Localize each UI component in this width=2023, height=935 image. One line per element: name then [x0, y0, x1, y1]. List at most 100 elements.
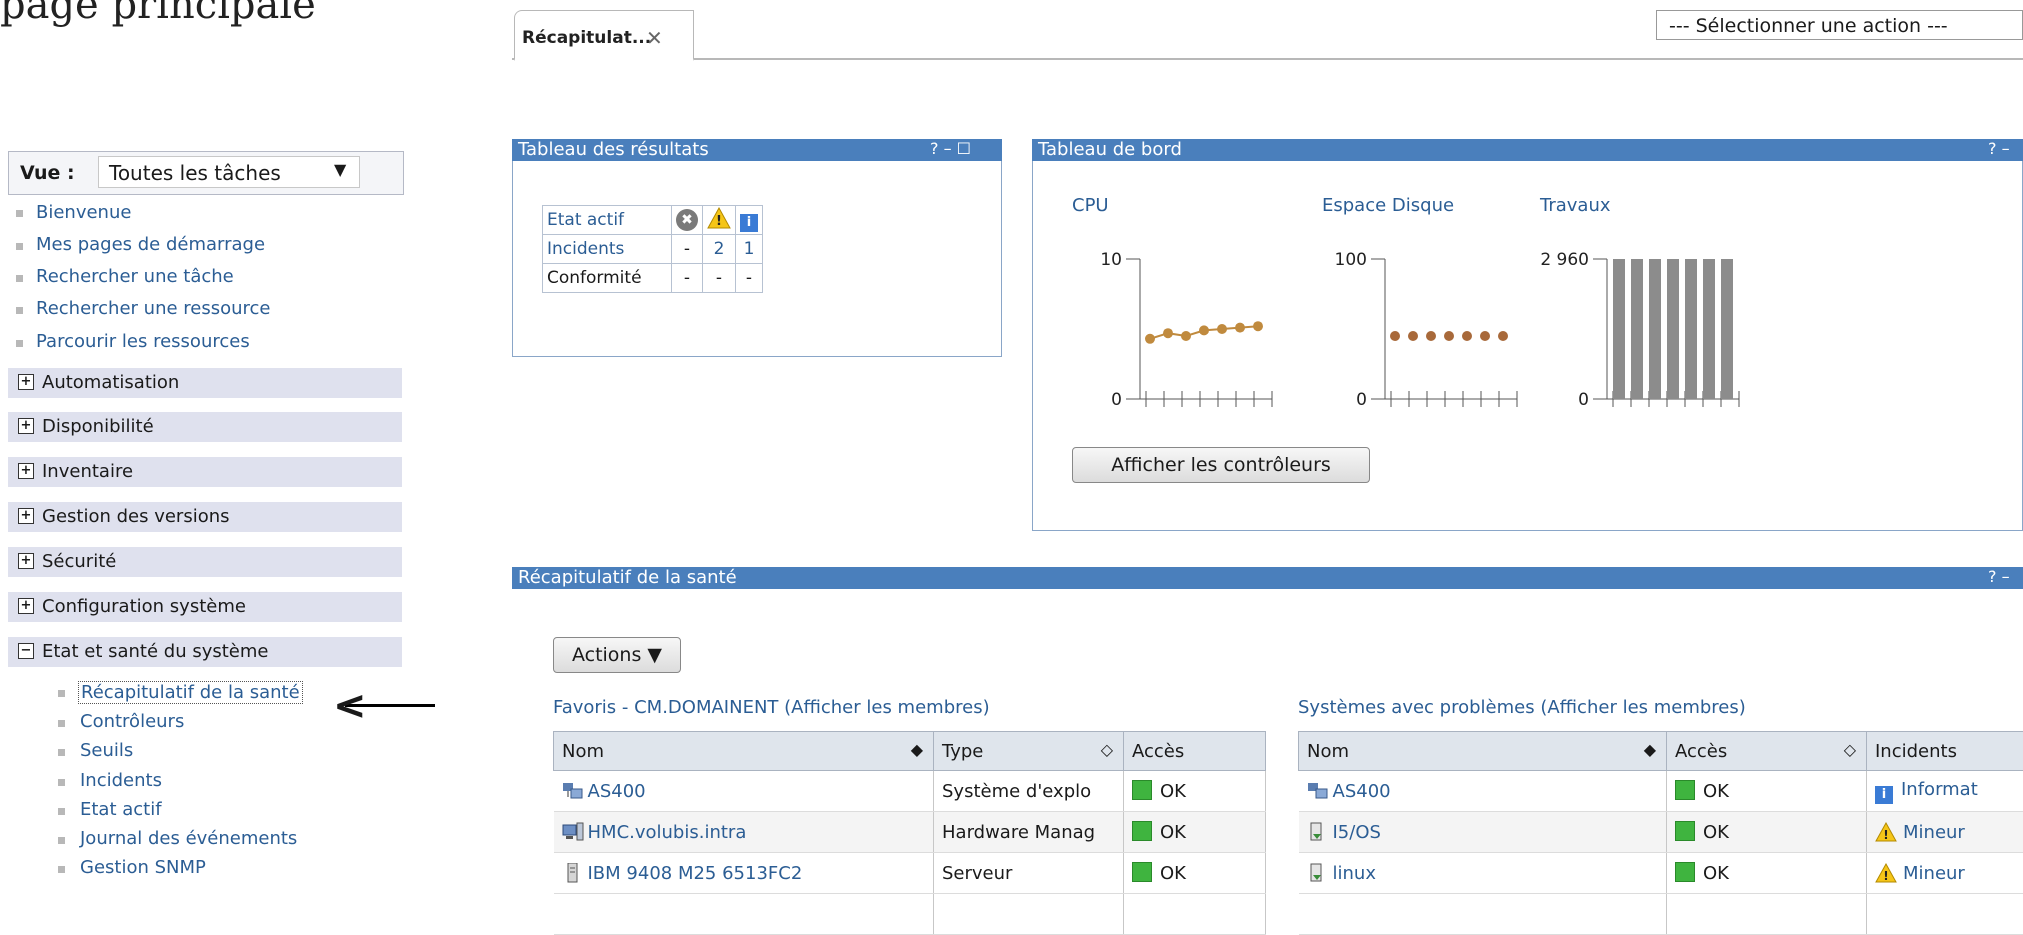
problem-access: OK: [1666, 852, 1867, 894]
results-cell: -: [702, 263, 736, 293]
dashboard-portlet-header: Tableau de bord: [1032, 139, 2023, 161]
results-label[interactable]: Incidents: [542, 234, 672, 264]
bullet-icon: [16, 307, 23, 314]
nav-section-label[interactable]: Configuration système: [42, 596, 246, 617]
results-label[interactable]: Etat actif: [542, 205, 672, 235]
results-cell[interactable]: 1: [735, 234, 763, 264]
bullet-icon: [58, 837, 65, 844]
nav-subitem-snmp[interactable]: Gestion SNMP: [80, 857, 206, 878]
favorite-name[interactable]: AS400: [588, 781, 646, 802]
nav-section-label[interactable]: Inventaire: [42, 461, 133, 482]
favorite-type: Système d'explo: [933, 770, 1124, 812]
chart-bar: [1685, 259, 1697, 399]
nav-link-rechercher-ressource[interactable]: Rechercher une ressource: [36, 298, 271, 319]
nav-subitem-incidents[interactable]: Incidents: [80, 770, 162, 791]
column-header-incidents[interactable]: Incidents: [1866, 731, 2023, 771]
chevron-down-icon[interactable]: ▼: [334, 160, 346, 179]
nav-section-label[interactable]: Disponibilité: [42, 416, 154, 437]
nav-link-pages-demarrage[interactable]: Mes pages de démarrage: [36, 234, 265, 255]
results-cell[interactable]: 2: [702, 234, 736, 264]
collapse-icon[interactable]: −: [18, 643, 34, 659]
bullet-icon: [16, 210, 23, 217]
svg-text:!: !: [1883, 828, 1888, 842]
nav-section-label[interactable]: Gestion des versions: [42, 506, 230, 527]
nav-section-label[interactable]: Sécurité: [42, 551, 116, 572]
expand-icon[interactable]: +: [18, 418, 34, 434]
chart-point: [1408, 331, 1418, 341]
favorite-name[interactable]: IBM 9408 M25 6513FC2: [588, 863, 803, 884]
column-header-type[interactable]: Type ◇: [933, 731, 1124, 771]
nav-link-rechercher-tache[interactable]: Rechercher une tâche: [36, 266, 234, 287]
vue-select[interactable]: Toutes les tâches: [98, 156, 360, 188]
svg-text:!: !: [1883, 869, 1888, 883]
table-row[interactable]: linux OK ! Mineur: [1298, 852, 2023, 894]
nav-subitem-seuils[interactable]: Seuils: [80, 740, 133, 761]
column-header-acces[interactable]: Accès ◇: [1666, 731, 1867, 771]
problems-title[interactable]: Systèmes avec problèmes (Afficher les me…: [1298, 697, 1746, 718]
nav-subitem-controleurs[interactable]: Contrôleurs: [80, 711, 184, 732]
nav-link-parcourir-ressources[interactable]: Parcourir les ressources: [36, 331, 250, 352]
warning-icon: !: [1875, 862, 1897, 883]
chart-ytick-label: 0: [1578, 390, 1589, 410]
column-header-nom[interactable]: Nom ◆: [1298, 731, 1667, 771]
nav-subitem-etat-actif[interactable]: Etat actif: [80, 799, 162, 820]
table-row[interactable]: AS400 OK i Informat: [1298, 770, 2023, 812]
results-cell: -: [671, 263, 703, 293]
table-header-row: Nom ◆ Accès ◇ Incidents: [1298, 731, 2023, 771]
problem-incidents[interactable]: i Informat: [1866, 770, 2023, 812]
expand-icon[interactable]: +: [18, 598, 34, 614]
table-header-row: Nom ◆ Type ◇ Accès: [553, 731, 1266, 771]
chart-title: Espace Disque: [1322, 195, 1454, 216]
favorite-name[interactable]: HMC.volubis.intra: [588, 822, 747, 843]
portlet-controls-icon[interactable]: ? – ☐: [930, 139, 971, 158]
portlet-controls-icon[interactable]: ? –: [1988, 139, 2010, 158]
dashboard-charts: CPU100Espace Disque1000Travaux2 9600: [1072, 195, 1740, 410]
problems-table: Nom ◆ Accès ◇ Incidents AS400 OK i Informat…: [1298, 731, 2023, 935]
critical-icon: ✖: [671, 205, 703, 235]
nav-link-bienvenue[interactable]: Bienvenue: [36, 202, 131, 223]
table-row[interactable]: HMC.volubis.intra Hardware Manag OK: [553, 811, 1266, 853]
expand-icon[interactable]: +: [18, 463, 34, 479]
problem-incidents[interactable]: ! Mineur: [1866, 852, 2023, 894]
vue-label: Vue :: [20, 162, 75, 184]
tab-close-icon[interactable]: ✕: [646, 26, 663, 50]
chart-point: [1181, 331, 1191, 341]
actions-button[interactable]: Actions ▼: [553, 637, 681, 673]
action-select[interactable]: --- Sélectionner une action ---: [1656, 10, 2023, 40]
results-portlet-title: Tableau des résultats: [518, 139, 709, 160]
chart-ytick-label: 2 960: [1540, 250, 1589, 270]
hmc-icon: [562, 822, 583, 840]
problem-name[interactable]: AS400: [1333, 781, 1391, 802]
results-table: Etat actif ✖ ! i Incidents - 2 1 Conform…: [542, 205, 763, 293]
tab-label[interactable]: Récapitulat...: [522, 28, 651, 48]
nav-subitem-recapitulatif[interactable]: Récapitulatif de la santé: [78, 681, 303, 704]
warning-icon: !: [1875, 821, 1897, 842]
table-row-empty: [553, 893, 1266, 935]
favorite-access: OK: [1123, 811, 1266, 853]
nav-section-label[interactable]: Automatisation: [42, 372, 179, 393]
portlet-controls-icon[interactable]: ? –: [1988, 567, 2010, 586]
problem-name[interactable]: I5/OS: [1333, 822, 1381, 843]
expand-icon[interactable]: +: [18, 553, 34, 569]
chart-point: [1462, 331, 1472, 341]
table-row[interactable]: AS400 Système d'explo OK: [553, 770, 1266, 812]
nav-section-label[interactable]: Etat et santé du système: [42, 641, 268, 662]
results-label[interactable]: Conformité: [542, 263, 672, 293]
bullet-icon: [58, 690, 65, 697]
favorites-title[interactable]: Favoris - CM.DOMAINENT (Afficher les mem…: [553, 697, 990, 718]
chart-point: [1163, 328, 1173, 339]
nav-subitem-journal[interactable]: Journal des événements: [80, 828, 297, 849]
expand-icon[interactable]: +: [18, 374, 34, 390]
column-header-nom[interactable]: Nom ◆: [553, 731, 934, 771]
problem-name[interactable]: linux: [1333, 863, 1376, 884]
annotation-arrow-head: <: [333, 683, 367, 729]
table-row[interactable]: I5/OS OK ! Mineur: [1298, 811, 2023, 853]
chart-point: [1426, 331, 1436, 341]
expand-icon[interactable]: +: [18, 508, 34, 524]
table-row[interactable]: IBM 9408 M25 6513FC2 Serveur OK: [553, 852, 1266, 894]
column-header-acces[interactable]: Accès: [1123, 731, 1266, 771]
chart-ytick-label: 10: [1100, 250, 1122, 270]
problem-incidents[interactable]: ! Mineur: [1866, 811, 2023, 853]
afficher-controleurs-button[interactable]: Afficher les contrôleurs: [1072, 447, 1370, 483]
chart-point: [1444, 331, 1454, 341]
